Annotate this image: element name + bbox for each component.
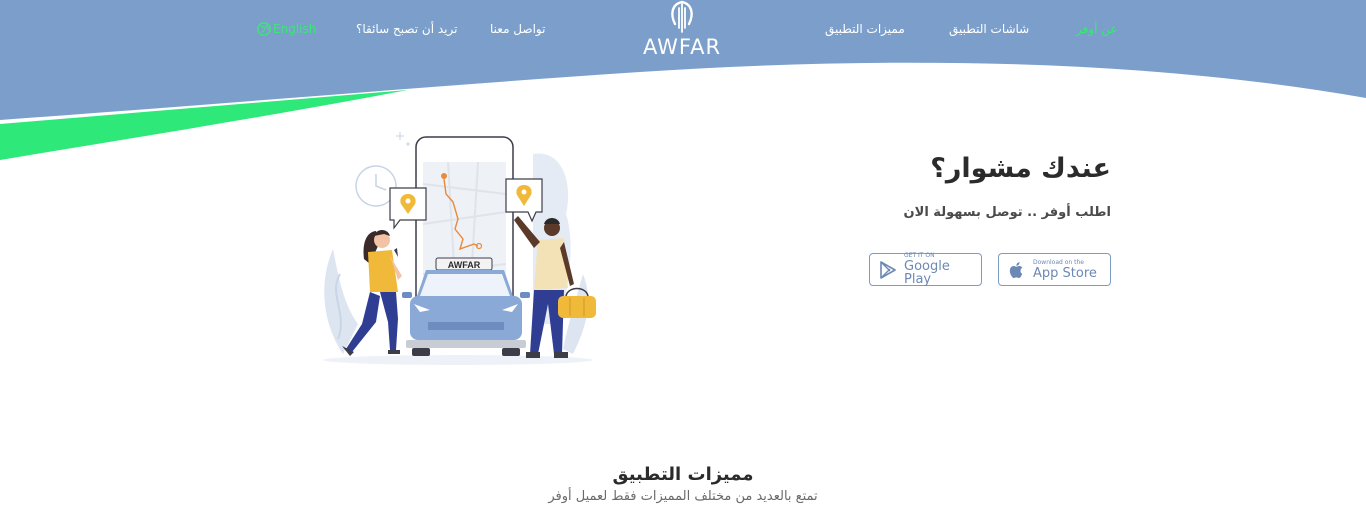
- google-play-button[interactable]: GET IT ON Google Play: [869, 253, 982, 286]
- app-store-button[interactable]: Download on the App Store: [998, 253, 1111, 286]
- nav-link-become-driver[interactable]: تريد أن تصبح سائقا؟: [356, 21, 457, 37]
- car-roof-label: AWFAR: [448, 260, 481, 270]
- awfar-logo-mark: [671, 0, 693, 33]
- app-store-small-label: Download on the: [1033, 258, 1084, 266]
- nav-link-screens[interactable]: شاشات التطبيق: [949, 21, 1029, 37]
- google-play-label: Google Play: [904, 259, 950, 287]
- globe-icon: [257, 22, 271, 36]
- nav-link-about[interactable]: عن أوفر: [1076, 21, 1118, 37]
- awfar-logo[interactable]: AWFAR: [640, 0, 724, 62]
- hero-subtitle: اطلب أوفر .. توصل بسهولة الان: [903, 205, 1111, 220]
- awfar-logo-text: AWFAR: [642, 35, 722, 59]
- nav-link-contact[interactable]: تواصل معنا: [490, 21, 545, 37]
- ride-hailing-illustration: AWFAR: [323, 132, 596, 365]
- app-store-label: App Store: [1033, 265, 1097, 281]
- google-play-icon: [880, 260, 896, 279]
- features-section-title: مميزات التطبيق: [612, 464, 754, 485]
- language-switch[interactable]: English: [257, 21, 316, 37]
- nav-link-features[interactable]: مميزات التطبيق: [825, 21, 905, 37]
- features-section-subtitle: تمتع بالعديد من مختلف المميزات فقط لعميل…: [548, 489, 818, 504]
- language-label: English: [273, 22, 317, 36]
- hero-title: عندك مشوار؟: [930, 153, 1111, 184]
- apple-icon: [1009, 261, 1023, 278]
